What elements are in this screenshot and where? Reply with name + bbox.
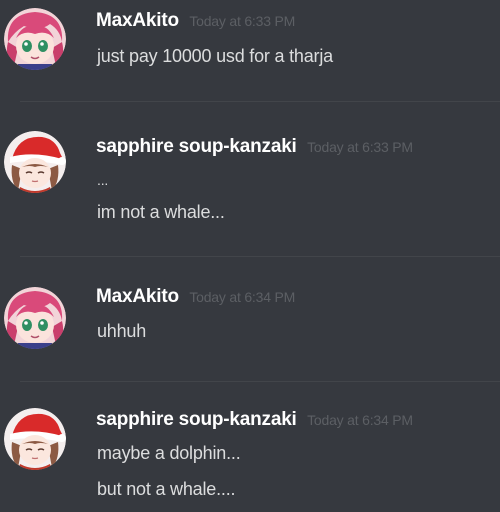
santa-hat-girl-avatar[interactable] [4,408,66,470]
avatar-image [4,131,66,193]
username[interactable]: MaxAkito [96,10,179,31]
username[interactable]: sapphire soup-kanzaki [96,409,297,430]
message-text: im not a whale... [97,202,225,222]
avatar-image [4,287,66,349]
message-group: MaxAkito Today at 6:33 PM just pay 10000… [0,0,500,100]
message-divider [20,381,500,382]
santa-hat-girl-avatar[interactable] [4,131,66,193]
message-header: MaxAkito Today at 6:34 PM [96,286,295,308]
timestamp: Today at 6:34 PM [307,412,413,428]
avatar-image [4,408,66,470]
message-group: sapphire soup-kanzaki Today at 6:33 PM .… [0,104,500,254]
message-text: uhhuh [97,321,147,341]
message-text: but not a whale.... [97,479,236,499]
message-group: MaxAkito Today at 6:34 PM uhhuh [0,258,500,378]
username[interactable]: sapphire soup-kanzaki [96,136,297,157]
message-text: just pay 10000 usd for a tharja [97,46,333,66]
timestamp: Today at 6:34 PM [189,289,296,305]
anime-girl-pink-hair-avatar[interactable] [4,287,66,349]
message-header: sapphire soup-kanzaki Today at 6:34 PM [96,409,413,431]
chat-message-list: MaxAkito Today at 6:33 PM just pay 10000… [0,0,500,512]
message-divider [20,101,500,102]
message-divider [20,256,500,257]
anime-girl-pink-hair-avatar[interactable] [4,8,66,70]
username[interactable]: MaxAkito [96,286,179,307]
message-header: MaxAkito Today at 6:33 PM [96,10,295,32]
message-group: sapphire soup-kanzaki Today at 6:34 PM m… [0,384,500,512]
message-header: sapphire soup-kanzaki Today at 6:33 PM [96,136,413,158]
timestamp: Today at 6:33 PM [189,13,296,29]
message-text: maybe a dolphin... [97,443,241,463]
timestamp: Today at 6:33 PM [307,139,413,155]
avatar-image [4,8,66,70]
message-text: ... [97,172,109,188]
